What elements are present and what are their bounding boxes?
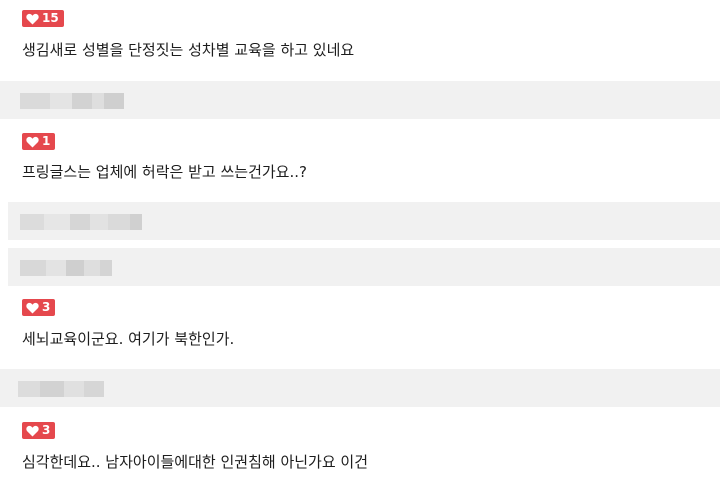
comment-text: 세뇌교육이군요. 여기가 북한인가. xyxy=(22,330,235,348)
blurred-author-name xyxy=(20,93,124,109)
heart-icon xyxy=(26,302,39,314)
like-count: 3 xyxy=(42,423,51,437)
comment-text: 생김새로 성별을 단정짓는 성차별 교육을 하고 있네요 xyxy=(22,41,355,59)
heart-icon xyxy=(26,13,39,25)
like-badge[interactable]: 3 xyxy=(22,299,56,316)
like-count: 15 xyxy=(42,11,59,25)
author-bar xyxy=(0,81,720,119)
like-badge[interactable]: 3 xyxy=(22,422,56,439)
blurred-author-name xyxy=(20,260,112,276)
like-count: 3 xyxy=(42,300,51,314)
comment-text: 심각한데요.. 남자아이들에대한 인권침해 아닌가요 이건 xyxy=(22,453,369,471)
author-bar xyxy=(8,248,720,286)
like-badge[interactable]: 15 xyxy=(22,10,64,27)
heart-icon xyxy=(26,425,39,437)
like-badge[interactable]: 1 xyxy=(22,133,56,150)
heart-icon xyxy=(26,136,39,148)
comment-text: 프링글스는 업체에 허락은 받고 쓰는건가요..? xyxy=(22,163,307,181)
blurred-author-name xyxy=(20,214,142,230)
like-count: 1 xyxy=(42,134,51,148)
blurred-author-name xyxy=(18,381,104,397)
author-bar xyxy=(0,369,720,407)
author-bar xyxy=(8,202,720,240)
